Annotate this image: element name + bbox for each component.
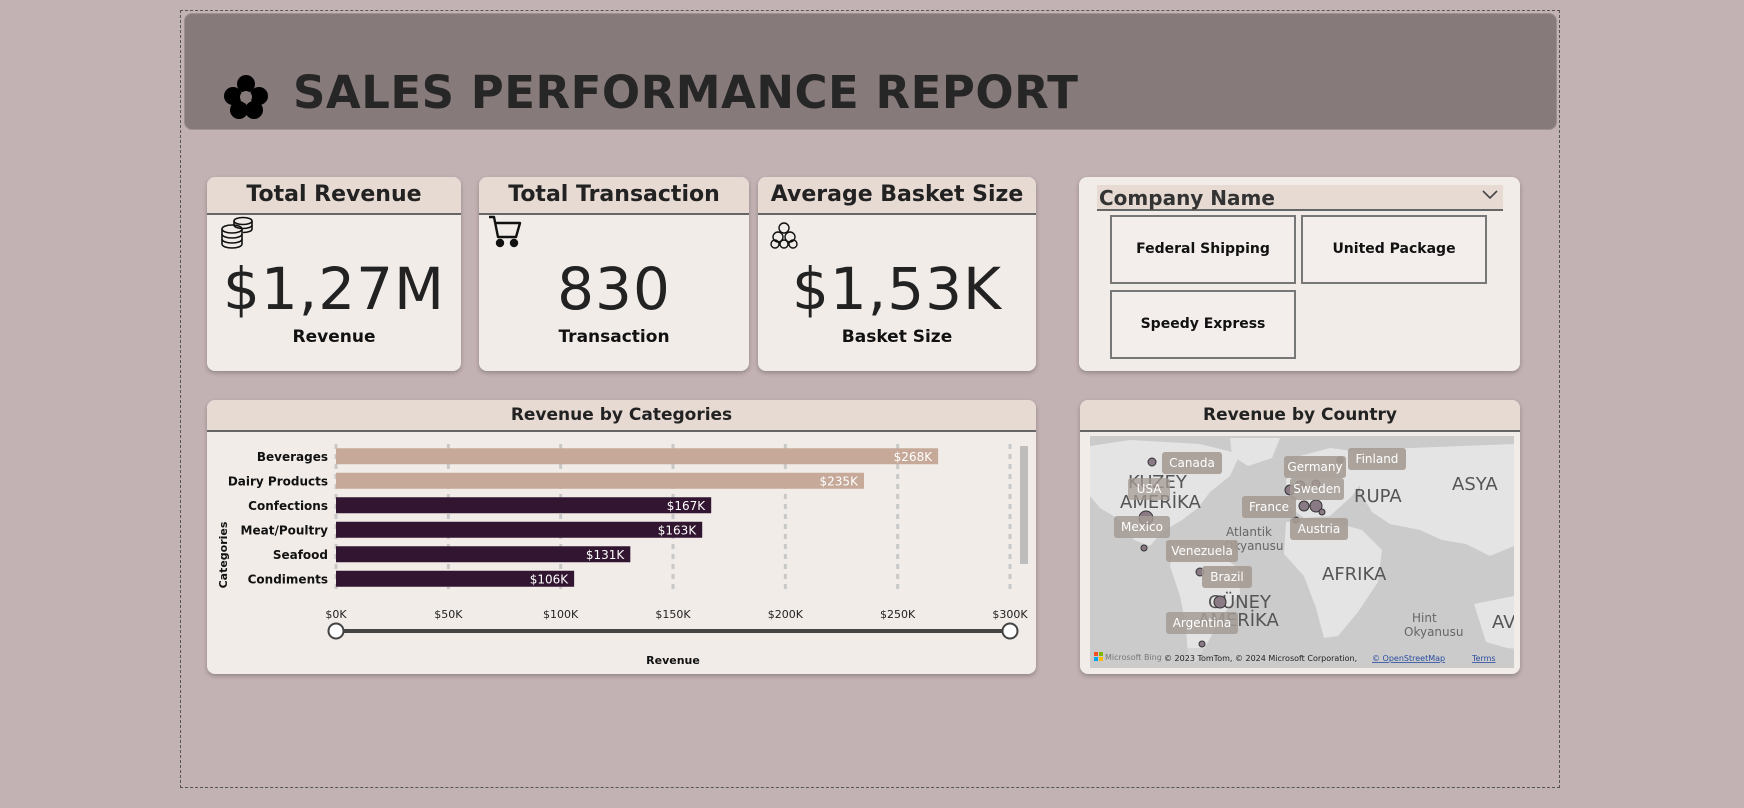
kpi-card-revenue[interactable]: Total Revenue $1,27M Revenue — [207, 177, 461, 371]
kpi-value: $1,53K — [791, 255, 1003, 323]
bar-value-label: $235K — [820, 474, 860, 488]
kpi-title: Average Basket Size — [758, 177, 1036, 215]
map-attribution: © 2023 TomTom, © 2024 Microsoft Corporat… — [1164, 654, 1357, 663]
category-label: Meat/Poultry — [241, 523, 329, 537]
map-bubble[interactable] — [1213, 595, 1227, 609]
x-tick-label: $200K — [768, 608, 804, 621]
cart-icon — [489, 215, 522, 248]
bar-chart: $268K $235K $167K $163K $131K $106K Beverages… — [217, 444, 1028, 667]
map-canvas: KUZEY AMERİKA ASYA AVU AFRIKA GÜNEY AMER… — [1090, 436, 1514, 668]
map-bubble[interactable] — [1147, 457, 1157, 467]
slicer-option-united-package[interactable]: United Package — [1301, 215, 1487, 284]
kpi-card-transaction[interactable]: Total Transaction 830 Transaction — [479, 177, 749, 371]
basket-icon — [770, 222, 798, 249]
region-label: RUPA — [1354, 486, 1402, 507]
region-label: ASYA — [1452, 474, 1498, 495]
category-label: Seafood — [273, 548, 328, 562]
bar[interactable] — [336, 472, 864, 489]
x-tick-label: $50K — [434, 608, 463, 621]
chart-title: Revenue by Categories — [207, 400, 1036, 432]
x-tick-label: $250K — [880, 608, 916, 621]
country-label: USA — [1137, 482, 1163, 496]
x-tick-label: $300K — [992, 608, 1028, 621]
revenue-by-categories-card[interactable]: Revenue by Categories $268K $235K $167K $16… — [207, 400, 1036, 674]
coins-icon — [221, 216, 253, 249]
kpi-title: Total Revenue — [207, 177, 461, 215]
chart-title: Revenue by Country — [1080, 400, 1520, 432]
category-label: Beverages — [257, 450, 328, 464]
map-bubble[interactable] — [1298, 500, 1310, 512]
country-label: Argentina — [1173, 616, 1232, 630]
slicer-header[interactable]: Company Name — [1097, 185, 1503, 211]
revenue-by-country-card[interactable]: Revenue by Country KUZEY AMERİKA ASYA AV… — [1080, 400, 1520, 674]
x-tick-label: $150K — [655, 608, 691, 621]
bar-value-label: $131K — [586, 548, 626, 562]
x-tick-label: $100K — [543, 608, 579, 621]
bar[interactable] — [336, 448, 939, 465]
kpi-label: Transaction — [558, 327, 670, 347]
map-bubble[interactable] — [1198, 640, 1206, 648]
kpi-value: $1,27M — [222, 255, 446, 323]
country-label: Germany — [1287, 460, 1342, 474]
category-label: Condiments — [248, 572, 328, 586]
bar-value-label: $106K — [530, 572, 570, 586]
country-label: Brazil — [1210, 570, 1244, 584]
country-label: Sweden — [1293, 482, 1340, 496]
bar-value-label: $268K — [894, 450, 934, 464]
region-label: AVU — [1492, 612, 1514, 633]
bar[interactable] — [336, 521, 703, 538]
ocean-label: Atlantik — [1226, 525, 1272, 539]
region-label: AFRIKA — [1322, 564, 1387, 585]
slicer-option-federal-shipping[interactable]: Federal Shipping — [1110, 215, 1296, 284]
slicer-title: Company Name — [1099, 186, 1275, 210]
map-bubble[interactable] — [1140, 544, 1148, 552]
category-label: Confections — [248, 499, 328, 513]
report-header: SALES PERFORMANCE REPORT — [184, 13, 1557, 130]
slicer-option-speedy-express[interactable]: Speedy Express — [1110, 290, 1296, 359]
chevron-down-icon[interactable] — [1481, 189, 1499, 201]
openstreetmap-link[interactable]: © OpenStreetMap — [1372, 654, 1445, 663]
map-bubble[interactable] — [1318, 508, 1326, 516]
country-label: Mexico — [1121, 520, 1163, 534]
bar-value-label: $163K — [658, 523, 698, 537]
world-map[interactable]: KUZEY AMERİKA ASYA AVU AFRIKA GÜNEY AMER… — [1090, 436, 1514, 668]
category-label: Dairy Products — [228, 474, 328, 488]
kpi-value: 830 — [557, 255, 671, 323]
ocean-label: Okyanusu — [1404, 625, 1464, 639]
bing-label: Microsoft Bing — [1105, 653, 1162, 662]
country-label: Canada — [1169, 456, 1215, 470]
range-slider-handle-min[interactable] — [327, 622, 345, 640]
y-axis-title: Categories — [217, 521, 230, 588]
country-label: Austria — [1298, 522, 1340, 536]
country-label: France — [1249, 500, 1289, 514]
country-label: Finland — [1356, 452, 1399, 466]
country-label: Venezuela — [1171, 544, 1233, 558]
range-slider-handle-max[interactable] — [1001, 622, 1019, 640]
page-title: SALES PERFORMANCE REPORT — [293, 66, 1079, 119]
bar-value-label: $167K — [667, 499, 707, 513]
company-name-slicer[interactable]: Company Name Federal Shipping United Pac… — [1079, 177, 1520, 371]
chart-scrollbar[interactable] — [1020, 446, 1028, 564]
bar[interactable] — [336, 497, 712, 514]
kpi-label: Basket Size — [841, 327, 953, 347]
ocean-label: Hint — [1412, 611, 1437, 625]
clover-logo-icon — [224, 75, 268, 119]
kpi-card-basket-size[interactable]: Average Basket Size $1,53K Basket Size — [758, 177, 1036, 371]
kpi-label: Revenue — [292, 327, 376, 347]
x-axis-title: Revenue — [646, 654, 700, 667]
terms-link[interactable]: Terms — [1471, 654, 1496, 663]
x-tick-label: $0K — [325, 608, 347, 621]
kpi-title: Total Transaction — [479, 177, 749, 215]
